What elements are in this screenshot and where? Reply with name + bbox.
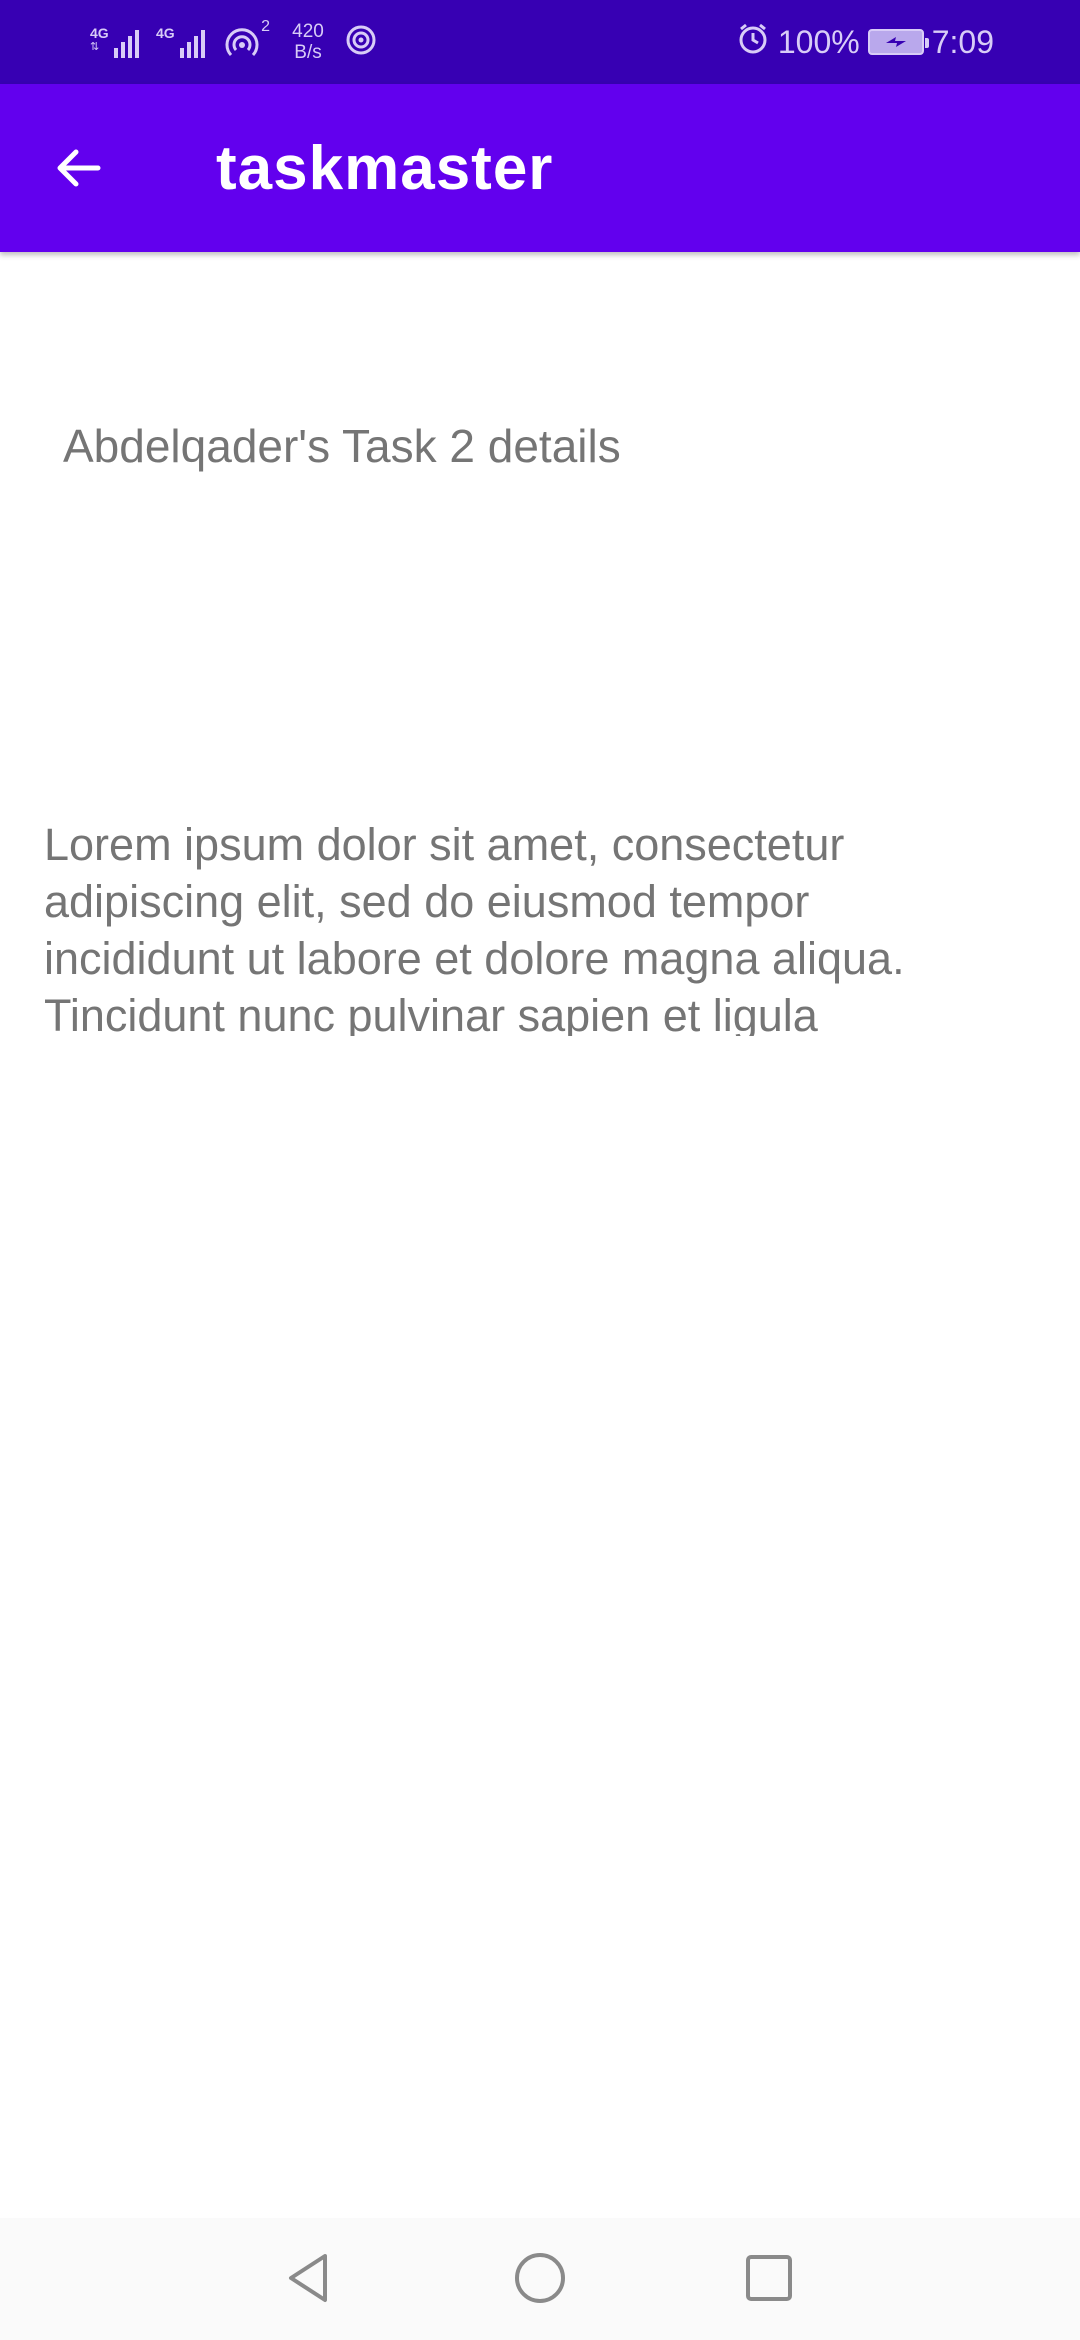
network-type-label: 4G: [90, 25, 109, 41]
status-right-group: 100% 7:09: [736, 18, 994, 66]
home-circle-icon: [515, 2253, 565, 2303]
alarm-icon: [736, 21, 770, 63]
network-speed: 420 B/s: [280, 21, 336, 63]
back-button[interactable]: [40, 130, 116, 206]
arrow-back-icon: [57, 149, 101, 187]
task-detail-screen: 4G ⇅ 4G 2 420 B/s 100% 7:09 taskmaster A…: [0, 0, 1080, 2340]
signal-icon: 4G: [156, 22, 214, 62]
app-title: taskmaster: [216, 134, 554, 203]
nav-recents-button[interactable]: [726, 2235, 812, 2321]
hotspot-count: 2: [261, 18, 270, 35]
back-triangle-icon: [289, 2254, 327, 2302]
recents-square-icon: [746, 2255, 792, 2301]
nav-home-button[interactable]: [497, 2235, 583, 2321]
task-description: Lorem ipsum dolor sit amet, consectetur …: [44, 819, 905, 1036]
app-bar: taskmaster: [0, 84, 1080, 252]
speed-unit: B/s: [294, 42, 322, 63]
nfc-icon: [344, 23, 378, 62]
status-left-group: 4G ⇅ 4G 2 420 B/s: [90, 18, 378, 66]
network-type-label: 4G: [156, 25, 175, 41]
nav-back-button[interactable]: [266, 2235, 352, 2321]
navigation-bar: [0, 2218, 1080, 2340]
speed-value: 420: [292, 21, 324, 42]
task-title: Abdelqader's Task 2 details: [63, 420, 621, 472]
signal-icon: 4G ⇅: [90, 22, 148, 62]
battery-charging-icon: [867, 29, 929, 55]
status-bar: 4G ⇅ 4G 2 420 B/s 100% 7:09: [0, 0, 1080, 84]
hotspot-icon: 2: [222, 18, 272, 64]
clock-time: 7:09: [931, 23, 994, 60]
battery-level: 100%: [777, 23, 860, 60]
